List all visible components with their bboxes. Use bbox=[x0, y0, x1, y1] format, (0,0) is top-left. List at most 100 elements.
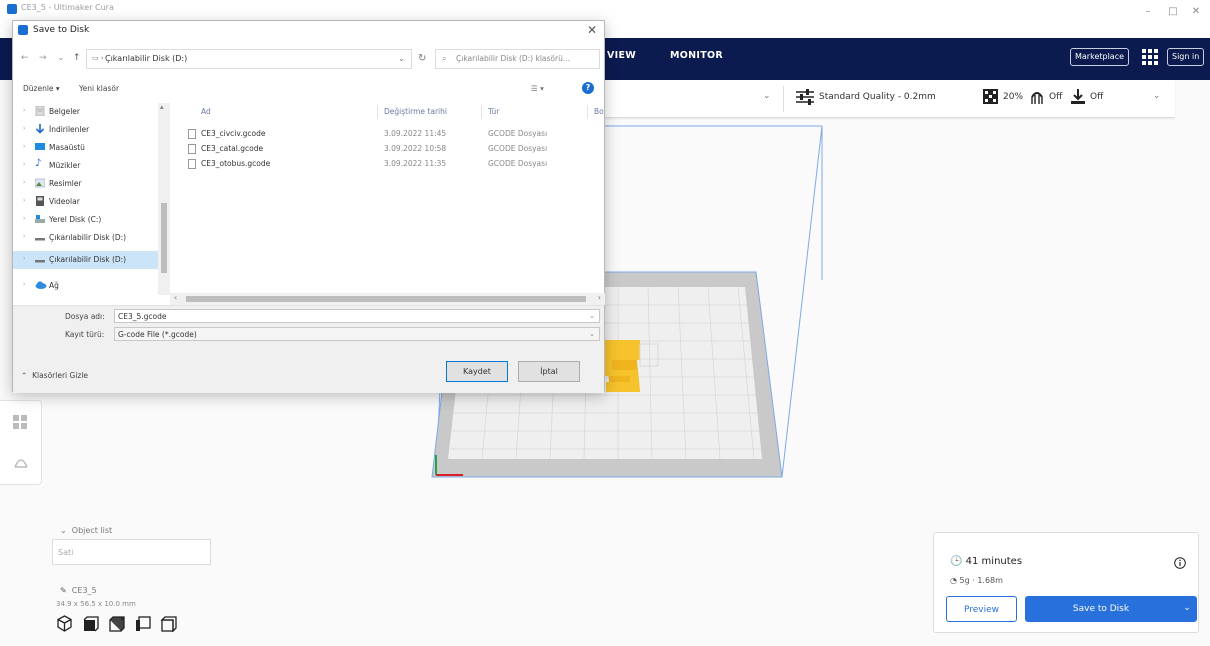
file-list: Ad Değiştirme tarihi Tür Bo CE3_civciv.g… bbox=[170, 103, 605, 293]
column-header-name[interactable]: Ad bbox=[201, 107, 211, 116]
save-options-chevron-icon[interactable]: ⌄ bbox=[1177, 596, 1197, 622]
new-folder-button[interactable]: Yeni klasör bbox=[79, 84, 119, 93]
front-view-icon[interactable] bbox=[82, 615, 99, 632]
scroll-thumb[interactable] bbox=[186, 296, 586, 302]
help-icon[interactable]: ? bbox=[582, 82, 594, 94]
infill-icon bbox=[983, 89, 998, 108]
forward-arrow-icon[interactable]: → bbox=[39, 53, 47, 63]
refresh-icon[interactable]: ↻ bbox=[418, 53, 426, 64]
drive-icon: ▭ › bbox=[92, 54, 104, 62]
nav-item-network[interactable]: › Ağ bbox=[13, 277, 170, 295]
column-header-type[interactable]: Tür bbox=[488, 107, 499, 116]
scroll-left-icon[interactable]: ‹ bbox=[174, 293, 177, 302]
filename-input[interactable]: CE3_5.gcode ⌄ bbox=[114, 309, 600, 323]
nav-item-documents[interactable]: › Belgeler bbox=[13, 103, 170, 121]
adhesion-value[interactable]: Off bbox=[1090, 92, 1103, 102]
file-row[interactable]: CE3_otobus.gcode 3.09.2022 11:35 GCODE D… bbox=[170, 157, 605, 171]
object-list-label: Object list bbox=[71, 526, 113, 535]
material-row: ◔ 5g · 1.68m bbox=[950, 576, 1003, 585]
support-blocker-icon[interactable] bbox=[13, 453, 29, 469]
downloads-icon bbox=[35, 124, 45, 134]
scroll-thumb[interactable] bbox=[161, 203, 167, 273]
object-list-toggle[interactable]: ⌄ Object list bbox=[60, 526, 112, 535]
search-placeholder: Çıkarılabilir Disk (D:) klasörü... bbox=[456, 54, 570, 63]
documents-icon bbox=[35, 106, 45, 116]
stage-tab-monitor[interactable]: MONITOR bbox=[670, 50, 723, 61]
back-arrow-icon[interactable]: ← bbox=[21, 53, 29, 63]
nav-item-removable-disk[interactable]: › Çıkarılabilir Disk (D:) bbox=[13, 229, 170, 247]
support-value[interactable]: Off bbox=[1049, 92, 1062, 102]
per-model-settings-icon[interactable] bbox=[13, 415, 29, 431]
nav-item-local-disk[interactable]: › Yerel Disk (C:) bbox=[13, 211, 170, 229]
object-list-item[interactable]: Sati bbox=[58, 548, 73, 557]
object-name: CE3_5 bbox=[71, 586, 97, 595]
nav-item-pictures[interactable]: › Resimler bbox=[13, 175, 170, 193]
info-icon[interactable] bbox=[1174, 554, 1186, 573]
file-row[interactable]: CE3_catal.gcode 3.09.2022 10:58 GCODE Do… bbox=[170, 142, 605, 156]
minimize-button[interactable]: – bbox=[1138, 6, 1158, 17]
3d-view-icon[interactable] bbox=[56, 615, 73, 632]
nav-item-videos[interactable]: › Videolar bbox=[13, 193, 170, 211]
action-panel: 🕒 41 minutes ◔ 5g · 1.68m Preview Save t… bbox=[933, 532, 1199, 633]
desktop-icon bbox=[35, 142, 45, 152]
top-view-icon[interactable] bbox=[108, 615, 125, 632]
left-toolbar bbox=[0, 400, 42, 485]
address-bar[interactable]: ▭ › Çıkarılabilir Disk (D:) ⌄ bbox=[86, 49, 412, 69]
object-list-box[interactable]: Sati bbox=[52, 539, 211, 565]
removable-disk-icon bbox=[35, 254, 45, 264]
preview-button[interactable]: Preview bbox=[946, 596, 1017, 622]
settings-expand-chevron-icon[interactable]: ⌄ bbox=[1153, 91, 1161, 101]
nav-scrollbar[interactable]: ▴ bbox=[158, 103, 170, 295]
hide-folders-toggle[interactable]: ⌃ Klasörleri Gizle bbox=[21, 371, 88, 380]
object-dimensions: 34.9 x 56.5 x 10.0 mm bbox=[56, 600, 136, 608]
sign-in-button[interactable]: Sign in bbox=[1167, 48, 1205, 66]
view-options-icon[interactable]: ☰ ▾ bbox=[531, 84, 544, 93]
recent-chevron-icon[interactable]: ⌄ bbox=[57, 53, 65, 63]
organize-button[interactable]: Düzenle ▾ bbox=[23, 84, 60, 93]
infill-value[interactable]: 20% bbox=[1003, 92, 1023, 102]
save-to-disk-button[interactable]: Save to Disk bbox=[1025, 596, 1177, 622]
app-title: CE3_5 - Ultimaker Cura bbox=[21, 3, 114, 12]
file-list-hscrollbar[interactable]: ‹ › bbox=[170, 293, 605, 305]
marketplace-button[interactable]: Marketplace bbox=[1070, 48, 1130, 66]
savetype-chevron-icon[interactable]: ⌄ bbox=[589, 330, 595, 338]
nav-item-desktop[interactable]: › Masaüstü bbox=[13, 139, 170, 157]
quality-profile-label[interactable]: Standard Quality - 0.2mm bbox=[819, 92, 936, 102]
pencil-icon[interactable]: ✎ bbox=[60, 586, 67, 595]
camera-view-icons bbox=[56, 615, 177, 633]
cura-app-icon bbox=[18, 25, 28, 35]
column-header-date[interactable]: Değiştirme tarihi bbox=[384, 107, 447, 116]
file-row[interactable]: CE3_civciv.gcode 3.09.2022 11:45 GCODE D… bbox=[170, 127, 605, 141]
apps-grid-icon[interactable] bbox=[1142, 49, 1158, 65]
address-row: ← → ⌄ ↑ ▭ › Çıkarılabilir Disk (D:) ⌄ ↻ … bbox=[13, 47, 604, 73]
dialog-close-icon[interactable]: ✕ bbox=[587, 23, 597, 37]
scroll-up-icon[interactable]: ▴ bbox=[160, 103, 164, 111]
file-icon bbox=[188, 159, 196, 169]
address-chevron-icon[interactable]: ⌄ bbox=[398, 54, 405, 63]
save-button[interactable]: Kaydet bbox=[446, 361, 508, 382]
nav-item-music[interactable]: › ♪ Müzikler bbox=[13, 157, 170, 175]
chevron-down-icon[interactable]: ⌄ bbox=[763, 91, 771, 101]
scroll-right-icon[interactable]: › bbox=[598, 293, 601, 302]
music-icon: ♪ bbox=[35, 158, 42, 169]
nav-item-removable-disk-selected[interactable]: › Çıkarılabilir Disk (D:) bbox=[13, 251, 170, 269]
up-arrow-icon[interactable]: ↑ bbox=[73, 53, 81, 63]
left-view-icon[interactable] bbox=[134, 615, 151, 632]
object-name-row[interactable]: ✎ CE3_5 bbox=[60, 586, 97, 595]
address-path: Çıkarılabilir Disk (D:) bbox=[105, 54, 188, 63]
savetype-select[interactable]: G-code File (*.gcode) ⌄ bbox=[114, 327, 600, 341]
support-icon bbox=[1029, 89, 1045, 109]
stage-tab-preview[interactable]: VIEW bbox=[607, 50, 636, 61]
filename-chevron-icon[interactable]: ⌄ bbox=[589, 312, 595, 320]
print-settings-bar[interactable]: ⌄ Standard Quality - 0.2mm 20% Off Off ⌄ bbox=[605, 80, 1175, 118]
nav-item-downloads[interactable]: › İndirilenler bbox=[13, 121, 170, 139]
column-header-size[interactable]: Bo bbox=[594, 107, 604, 116]
close-window-button[interactable]: ✕ bbox=[1186, 6, 1206, 17]
cancel-button[interactable]: İptal bbox=[518, 361, 580, 382]
dialog-bottom: Dosya adı: CE3_5.gcode ⌄ Kayıt türü: G-c… bbox=[13, 305, 604, 393]
search-input[interactable]: ⌕ Çıkarılabilir Disk (D:) klasörü... bbox=[435, 49, 600, 69]
local-disk-icon bbox=[35, 214, 45, 224]
right-view-icon[interactable] bbox=[160, 615, 177, 633]
maximize-button[interactable]: □ bbox=[1163, 6, 1183, 17]
save-dialog: Save to Disk ✕ ← → ⌄ ↑ ▭ › Çıkarılabilir… bbox=[12, 20, 605, 393]
